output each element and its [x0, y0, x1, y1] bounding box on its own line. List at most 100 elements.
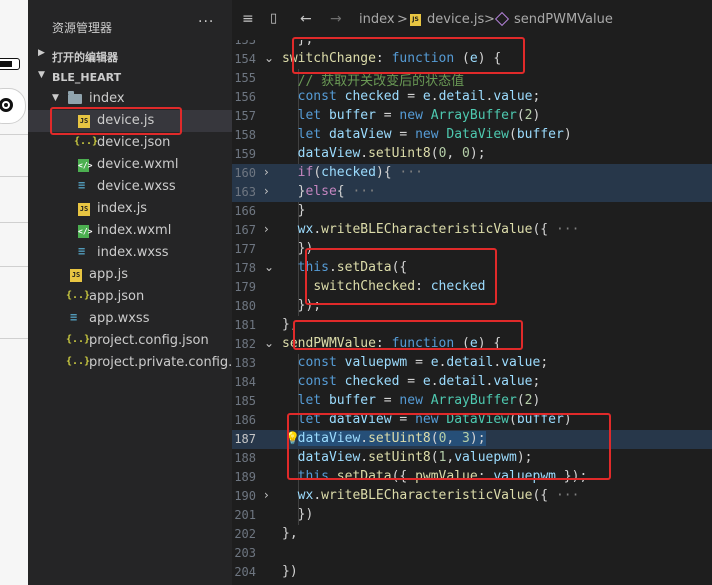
- code-editor[interactable]: 153 },154⌄switchChange: function (e) {15…: [232, 40, 712, 585]
- json-file-icon: {..}: [74, 136, 99, 147]
- line-number: 154: [234, 52, 256, 66]
- line-number: 190: [234, 489, 256, 503]
- tree-item-label: index.wxml: [97, 223, 172, 238]
- tree-item-index-js[interactable]: JS index.js: [28, 198, 232, 220]
- breadcrumb-file[interactable]: device.js: [427, 12, 484, 27]
- breadcrumb-separator: >: [397, 12, 408, 27]
- tree-item-label: device.json: [97, 135, 171, 150]
- code-text: },: [282, 526, 298, 541]
- code-line[interactable]: 183 const valuepwm = e.detail.value;: [232, 354, 712, 373]
- breadcrumb-folder[interactable]: index: [359, 12, 395, 27]
- fold-collapse-icon[interactable]: ⌄: [264, 51, 274, 65]
- code-line[interactable]: 190 › wx.writeBLECharacteristicValue({ ··…: [232, 487, 712, 506]
- line-number: 153: [234, 40, 256, 47]
- breadcrumb-separator: >: [484, 12, 495, 27]
- tree-item-label: index.wxss: [97, 245, 169, 260]
- more-actions-icon[interactable]: ···: [198, 14, 214, 30]
- code-line[interactable]: 185 let buffer = new ArrayBuffer(2): [232, 392, 712, 411]
- json-file-icon: {..}: [66, 356, 91, 367]
- target-icon: [0, 98, 13, 112]
- back-arrow-icon[interactable]: ←: [300, 11, 312, 27]
- code-text: let dataView = new DataView(buffer): [297, 127, 572, 142]
- project-section[interactable]: ▼ BLE_HEART: [28, 66, 232, 88]
- wxss-file-icon: ≡: [70, 310, 78, 324]
- capsule-button[interactable]: [0, 88, 26, 124]
- tree-item-device-wxml[interactable]: </> device.wxml: [28, 154, 232, 176]
- annotation-box: [305, 248, 497, 305]
- folder-icon: [68, 91, 82, 104]
- line-number: 180: [234, 299, 256, 313]
- line-number: 202: [234, 527, 256, 541]
- tree-item-device-json[interactable]: {..} device.json: [28, 132, 232, 154]
- fold-collapse-icon[interactable]: ⌄: [264, 260, 274, 274]
- divider: [0, 338, 28, 339]
- bookmark-icon[interactable]: ▯: [270, 11, 277, 26]
- divider: [0, 266, 28, 267]
- forward-arrow-icon[interactable]: →: [330, 11, 342, 27]
- list-icon[interactable]: ≡: [242, 11, 254, 27]
- code-text: const valuepwm = e.detail.value;: [297, 355, 549, 370]
- fold-expand-icon[interactable]: ›: [264, 165, 269, 179]
- code-line[interactable]: 166 }: [232, 202, 712, 221]
- line-number: 187: [234, 432, 256, 446]
- code-line[interactable]: 167 › wx.writeBLECharacteristicValue({ ··…: [232, 221, 712, 240]
- code-line[interactable]: 201 }): [232, 506, 712, 525]
- code-line[interactable]: 203: [232, 544, 712, 563]
- fold-expand-icon[interactable]: ›: [264, 184, 269, 198]
- tree-item-app-js[interactable]: JS app.js: [28, 264, 232, 286]
- code-text: wx.writeBLECharacteristicValue({ ···: [297, 222, 580, 237]
- code-line[interactable]: 163 › }else{ ···: [232, 183, 712, 202]
- tree-item-device-wxss[interactable]: ≡ device.wxss: [28, 176, 232, 198]
- open-editors-section[interactable]: ▶ 打开的编辑器: [28, 44, 232, 66]
- fold-expand-icon[interactable]: ›: [264, 488, 269, 502]
- tree-item-label: index.js: [97, 201, 148, 216]
- wxml-file-icon: </>: [78, 159, 93, 172]
- line-number: 203: [234, 546, 256, 560]
- code-line[interactable]: 156 const checked = e.detail.value;: [232, 88, 712, 107]
- code-line[interactable]: 158 let dataView = new DataView(buffer): [232, 126, 712, 145]
- code-text: let buffer = new ArrayBuffer(2): [297, 393, 541, 408]
- code-line[interactable]: 202},: [232, 525, 712, 544]
- fold-expand-icon[interactable]: ›: [264, 222, 269, 236]
- line-number: 156: [234, 90, 256, 104]
- wxml-file-icon: </>: [78, 225, 93, 238]
- breadcrumb-symbol[interactable]: sendPWMValue: [514, 12, 613, 27]
- line-number: 184: [234, 375, 256, 389]
- js-file-icon: JS: [70, 269, 82, 282]
- code-text: let buffer = new ArrayBuffer(2): [297, 108, 541, 123]
- chevron-down-icon: ▼: [38, 70, 45, 80]
- tree-item-app-wxss[interactable]: ≡ app.wxss: [28, 308, 232, 330]
- code-text: if(checked){ ···: [297, 165, 423, 180]
- explorer-title: 资源管理器: [52, 21, 113, 35]
- code-line[interactable]: 159 dataView.setUint8(0, 0);: [232, 145, 712, 164]
- fold-collapse-icon[interactable]: ⌄: [264, 336, 274, 350]
- chevron-down-icon: ▼: [52, 93, 59, 103]
- tree-item-label: app.json: [89, 289, 145, 304]
- tree-item-project-private-config[interactable]: {..} project.private.config.js...: [28, 352, 255, 374]
- tree-item-project-config[interactable]: {..} project.config.json: [28, 330, 232, 352]
- line-number: 158: [234, 128, 256, 142]
- code-line[interactable]: 157 let buffer = new ArrayBuffer(2): [232, 107, 712, 126]
- tree-item-app-json[interactable]: {..} app.json: [28, 286, 232, 308]
- tree-item-label: index: [89, 91, 125, 106]
- wxss-file-icon: ≡: [78, 244, 86, 258]
- line-number: 177: [234, 242, 256, 256]
- simulator-preview: [0, 0, 28, 585]
- line-number: 160: [234, 166, 256, 180]
- annotation-box: [293, 320, 523, 350]
- line-number: 186: [234, 413, 256, 427]
- project-name: BLE_HEART: [52, 71, 122, 84]
- code-line[interactable]: 204}): [232, 563, 712, 582]
- json-file-icon: {..}: [66, 334, 91, 345]
- tree-item-index-wxss[interactable]: ≡ index.wxss: [28, 242, 232, 264]
- code-text: const checked = e.detail.value;: [297, 374, 541, 389]
- annotation-box: [292, 37, 525, 74]
- line-number: 163: [234, 185, 256, 199]
- code-line[interactable]: 184 const checked = e.detail.value;: [232, 373, 712, 392]
- line-number: 157: [234, 109, 256, 123]
- code-line[interactable]: 160 › if(checked){ ···: [232, 164, 712, 183]
- battery-icon: [0, 58, 20, 70]
- tree-item-index-wxml[interactable]: </> index.wxml: [28, 220, 232, 242]
- explorer-header: 资源管理器 ···: [28, 0, 232, 40]
- annotation-box: [50, 107, 182, 135]
